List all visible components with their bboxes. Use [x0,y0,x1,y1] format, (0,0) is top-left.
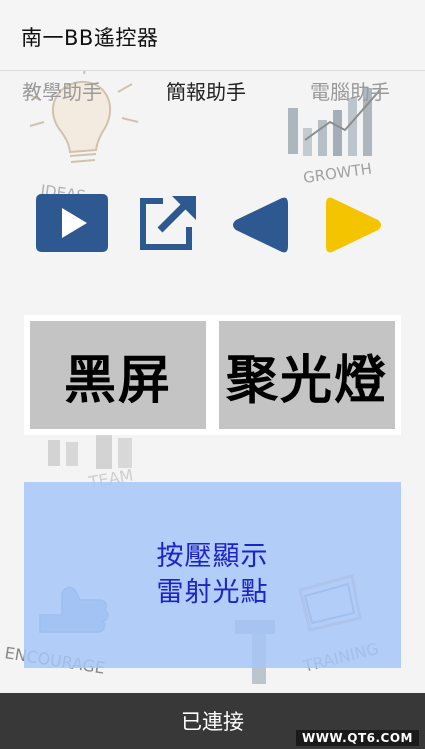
previous-arrow-icon [233,197,288,253]
next-arrow-icon [326,197,381,253]
black-screen-button[interactable]: 黑屏 [30,321,206,429]
tab-computer-assistant[interactable]: 電腦助手 [310,76,390,105]
play-button[interactable] [36,194,108,252]
watermark: WWW.QT6.COM [295,730,419,746]
laser-label-line2: 雷射光點 [156,577,269,608]
play-icon [36,194,108,252]
laser-pointer-button[interactable]: 按壓顯示 雷射光點 [24,482,401,668]
tab-bar: 教學助手 簡報助手 電腦助手 [0,76,425,108]
spotlight-button[interactable]: 聚光燈 [219,321,395,429]
bg-growth-text: GROWTH [302,160,373,187]
connection-status-text: 已連接 [181,710,244,734]
app-title: 南一BB遙控器 [21,26,159,50]
connection-status-bar: 已連接 WWW.QT6.COM [0,693,425,749]
laser-label-line1: 按壓顯示 [156,541,269,572]
presentation-controls [0,194,425,258]
team-figures-icon [48,435,132,469]
app-bar: 南一BB遙控器 [0,0,425,70]
tab-presentation-assistant[interactable]: 簡報助手 [166,76,246,105]
next-slide-button[interactable] [324,194,384,256]
open-external-icon [140,196,196,250]
open-external-button[interactable] [136,194,198,254]
previous-slide-button[interactable] [230,194,290,256]
display-controls-panel: 黑屏 聚光燈 [24,315,401,435]
tab-teaching-assistant[interactable]: 教學助手 [22,76,102,105]
main-content: IDEAS GROWTH TEAM ENCOURAGE [0,70,425,693]
